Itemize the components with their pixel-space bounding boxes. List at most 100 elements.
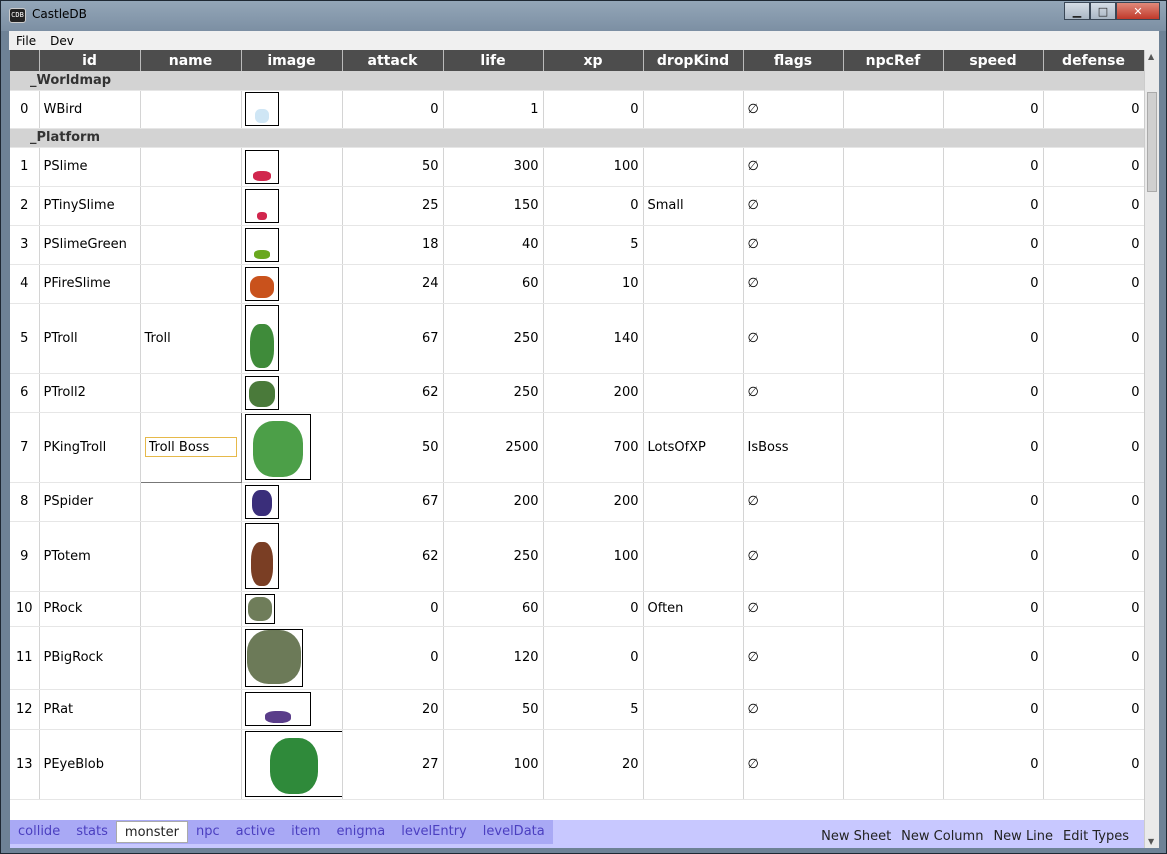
speed-cell[interactable]: 0 xyxy=(943,626,1044,690)
attack-cell[interactable]: 67 xyxy=(342,303,444,374)
life-cell[interactable]: 40 xyxy=(443,225,544,265)
attack-cell[interactable]: 0 xyxy=(342,90,444,129)
speed-cell[interactable]: 0 xyxy=(943,591,1044,627)
scrollbar-thumb[interactable] xyxy=(1147,92,1157,192)
name-edit-input[interactable] xyxy=(144,437,237,457)
row-index[interactable]: 3 xyxy=(10,225,40,265)
image-cell[interactable] xyxy=(241,373,343,413)
fire-slime-sprite[interactable] xyxy=(244,266,279,301)
tab-active[interactable]: active xyxy=(228,821,284,843)
scroll-down-arrow-icon[interactable]: ▼ xyxy=(1148,837,1154,846)
new-sheet-button[interactable]: New Sheet xyxy=(816,829,896,844)
npcRef-cell[interactable] xyxy=(843,264,944,304)
name-cell[interactable]: Troll xyxy=(140,303,242,374)
table-row[interactable]: 11 PBigRock 0 120 0 ∅ 0 0 xyxy=(10,626,1144,690)
speed-cell[interactable]: 0 xyxy=(943,412,1044,483)
dropKind-cell[interactable]: Often xyxy=(643,591,744,627)
flags-cell[interactable]: ∅ xyxy=(743,591,844,627)
green-slime-sprite[interactable] xyxy=(244,227,279,262)
id-cell[interactable]: PRock xyxy=(39,591,141,627)
column-header-life[interactable]: life xyxy=(443,50,544,71)
table-row[interactable]: 13 PEyeBlob 27 100 20 ∅ 0 0 xyxy=(10,729,1144,800)
tab-enigma[interactable]: enigma xyxy=(329,821,394,843)
xp-cell[interactable]: 100 xyxy=(543,521,644,592)
name-cell[interactable] xyxy=(140,482,242,522)
life-cell[interactable]: 60 xyxy=(443,591,544,627)
defense-cell[interactable]: 0 xyxy=(1043,591,1144,627)
flags-cell[interactable]: ∅ xyxy=(743,729,844,800)
attack-cell[interactable]: 0 xyxy=(342,591,444,627)
name-cell[interactable] xyxy=(140,373,242,413)
life-cell[interactable]: 250 xyxy=(443,303,544,374)
speed-cell[interactable]: 0 xyxy=(943,303,1044,374)
menu-dev[interactable]: Dev xyxy=(43,34,81,48)
row-index[interactable]: 9 xyxy=(10,521,40,592)
eye-blob-sprite[interactable] xyxy=(244,731,341,797)
speed-cell[interactable]: 0 xyxy=(943,521,1044,592)
table-row[interactable]: 1 PSlime 50 300 100 ∅ 0 0 xyxy=(10,147,1144,187)
flags-cell[interactable]: ∅ xyxy=(743,482,844,522)
row-index[interactable]: 5 xyxy=(10,303,40,374)
xp-cell[interactable]: 100 xyxy=(543,147,644,187)
id-cell[interactable]: PKingTroll xyxy=(39,412,141,483)
table-row[interactable]: 7PKingTroll 502500700LotsOfXPIsBoss 00 xyxy=(10,411,1144,483)
speed-cell[interactable]: 0 xyxy=(943,482,1044,522)
speed-cell[interactable]: 0 xyxy=(943,373,1044,413)
troll-sprite[interactable] xyxy=(244,305,279,371)
row-index[interactable]: 4 xyxy=(10,264,40,304)
name-cell[interactable] xyxy=(140,729,242,800)
attack-cell[interactable]: 50 xyxy=(342,412,444,483)
life-cell[interactable]: 150 xyxy=(443,186,544,226)
image-cell[interactable] xyxy=(241,482,343,522)
tab-npc[interactable]: npc xyxy=(188,821,228,843)
section-separator[interactable]: _Platform xyxy=(10,128,1144,148)
npcRef-cell[interactable] xyxy=(843,729,944,800)
dropKind-cell[interactable] xyxy=(643,147,744,187)
xp-cell[interactable]: 700 xyxy=(543,412,644,483)
flags-cell[interactable]: ∅ xyxy=(743,521,844,592)
life-cell[interactable]: 60 xyxy=(443,264,544,304)
dropKind-cell[interactable]: Small xyxy=(643,186,744,226)
bird-sprite[interactable] xyxy=(244,92,279,126)
npcRef-cell[interactable] xyxy=(843,225,944,265)
flags-cell[interactable]: ∅ xyxy=(743,264,844,304)
attack-cell[interactable]: 67 xyxy=(342,482,444,522)
id-cell[interactable]: PSpider xyxy=(39,482,141,522)
id-cell[interactable]: PSlime xyxy=(39,147,141,187)
life-cell[interactable]: 2500 xyxy=(443,412,544,483)
defense-cell[interactable]: 0 xyxy=(1043,626,1144,690)
image-cell[interactable] xyxy=(241,412,343,483)
row-index[interactable]: 12 xyxy=(10,689,40,730)
xp-cell[interactable]: 0 xyxy=(543,591,644,627)
dropKind-cell[interactable] xyxy=(643,729,744,800)
name-cell[interactable] xyxy=(140,186,242,226)
image-cell[interactable] xyxy=(241,689,343,730)
attack-cell[interactable]: 62 xyxy=(342,373,444,413)
totem-sprite[interactable] xyxy=(244,523,279,589)
section-title[interactable]: _Worldmap xyxy=(10,71,1144,91)
flags-cell[interactable]: ∅ xyxy=(743,90,844,129)
life-cell[interactable]: 100 xyxy=(443,729,544,800)
xp-cell[interactable]: 140 xyxy=(543,303,644,374)
table-row[interactable]: 5 PTroll Troll 67 250 140 ∅ 0 0 xyxy=(10,303,1144,374)
section-separator[interactable]: _Worldmap xyxy=(10,71,1144,91)
speed-cell[interactable]: 0 xyxy=(943,729,1044,800)
defense-cell[interactable]: 0 xyxy=(1043,412,1144,483)
xp-cell[interactable]: 0 xyxy=(543,90,644,129)
attack-cell[interactable]: 27 xyxy=(342,729,444,800)
table-row[interactable]: 9 PTotem 62 250 100 ∅ 0 0 xyxy=(10,521,1144,592)
dropKind-cell[interactable] xyxy=(643,521,744,592)
npcRef-cell[interactable] xyxy=(843,147,944,187)
id-cell[interactable]: PTroll xyxy=(39,303,141,374)
column-header-image[interactable]: image xyxy=(241,50,343,71)
edit-types-button[interactable]: Edit Types xyxy=(1058,829,1134,844)
xp-cell[interactable]: 200 xyxy=(543,373,644,413)
row-index[interactable]: 1 xyxy=(10,147,40,187)
attack-cell[interactable]: 50 xyxy=(342,147,444,187)
image-cell[interactable] xyxy=(241,90,343,129)
title-bar[interactable]: CDB CastleDB ▁ □ ✕ xyxy=(1,1,1166,31)
column-header-defense[interactable]: defense xyxy=(1043,50,1144,71)
king-troll-sprite[interactable] xyxy=(244,414,311,480)
name-cell[interactable] xyxy=(140,626,242,690)
slime-sprite[interactable] xyxy=(244,149,279,184)
